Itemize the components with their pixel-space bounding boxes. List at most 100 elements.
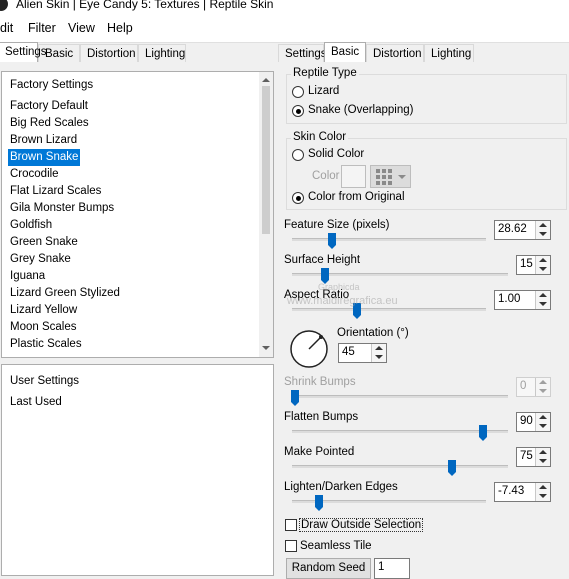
seamless-tile-label[interactable]: Seamless Tile <box>300 540 372 552</box>
color-swatch[interactable] <box>341 165 366 188</box>
spinner-arrows-icon[interactable] <box>535 256 550 274</box>
list-item[interactable]: Brown Lizard <box>10 132 77 149</box>
draw-outside-label[interactable]: Draw Outside Selection <box>299 518 424 532</box>
list-item[interactable]: Lizard Green Stylized <box>10 285 120 302</box>
menu-filter[interactable]: Filter <box>28 21 56 35</box>
tab-settings-left[interactable]: Settings <box>0 42 47 62</box>
tab-settings[interactable]: Settings <box>278 44 327 62</box>
shrink-bumps-track <box>292 395 508 398</box>
tab-basic[interactable]: Basic <box>324 42 366 62</box>
orientation-label: Orientation (°) <box>337 327 409 339</box>
scroll-down-icon[interactable] <box>262 346 270 350</box>
edges-value[interactable]: -7.43 <box>498 485 524 497</box>
spinner-arrows-icon[interactable] <box>535 291 550 309</box>
menu-edit[interactable]: dit <box>0 21 13 35</box>
tab-distortion[interactable]: Distortion <box>366 44 424 62</box>
radio-solid-color-label[interactable]: Solid Color <box>308 148 364 160</box>
edges-slider[interactable] <box>315 495 323 511</box>
radio-snake[interactable] <box>292 105 304 117</box>
spinner-arrows-icon[interactable] <box>535 448 550 466</box>
make-pointed-spinner[interactable]: 75 <box>516 447 551 467</box>
spinner-arrows-icon <box>535 378 550 396</box>
menu-help[interactable]: Help <box>107 21 133 35</box>
reptile-type-label: Reptile Type <box>291 67 359 79</box>
user-settings-list[interactable]: User Settings Last Used <box>1 364 274 576</box>
flatten-bumps-label: Flatten Bumps <box>284 411 359 423</box>
flatten-bumps-slider[interactable] <box>479 425 487 441</box>
aspect-ratio-spinner[interactable]: 1.00 <box>494 290 551 310</box>
surface-height-value[interactable]: 15 <box>520 258 533 270</box>
flatten-bumps-value[interactable]: 90 <box>520 415 533 427</box>
list-item[interactable]: Goldfish <box>10 217 52 234</box>
watermark-url: www.maldiregrafica.eu <box>287 295 398 307</box>
make-pointed-track[interactable] <box>292 465 508 468</box>
list-item[interactable]: Last Used <box>10 394 62 411</box>
shrink-bumps-slider <box>291 390 299 406</box>
radio-snake-label[interactable]: Snake (Overlapping) <box>308 104 413 116</box>
list-item[interactable]: Flat Lizard Scales <box>10 183 101 200</box>
list-item[interactable]: Moon Scales <box>10 319 76 336</box>
spinner-arrows-icon[interactable] <box>535 413 550 431</box>
radio-lizard-label[interactable]: Lizard <box>308 85 339 97</box>
draw-outside-checkbox[interactable] <box>285 519 297 531</box>
surface-height-slider[interactable] <box>321 268 329 284</box>
feature-size-track[interactable] <box>292 238 486 241</box>
spinner-arrows-icon[interactable] <box>371 344 386 362</box>
aspect-ratio-value[interactable]: 1.00 <box>498 293 520 305</box>
list-header-factory: Factory Settings <box>10 79 94 91</box>
menu-bar: dit Filter View Help <box>0 14 569 43</box>
radio-color-from-original-label[interactable]: Color from Original <box>308 191 405 203</box>
random-seed-value[interactable]: 1 <box>378 561 384 573</box>
list-item[interactable]: Grey Snake <box>10 251 71 268</box>
list-item[interactable]: Big Red Scales <box>10 115 89 132</box>
tab-lighting[interactable]: Lighting <box>424 44 474 62</box>
shrink-bumps-value: 0 <box>520 380 527 392</box>
tab-distortion-left[interactable]: Distortion <box>80 44 138 62</box>
radio-lizard[interactable] <box>292 86 304 98</box>
app-icon <box>0 0 8 11</box>
list-item[interactable]: Plastic Scales <box>10 336 82 353</box>
scroll-thumb[interactable] <box>262 86 270 234</box>
list-item[interactable]: Green Snake <box>10 234 78 251</box>
feature-size-label: Feature Size (pixels) <box>284 219 390 231</box>
orientation-dial-icon[interactable] <box>288 328 330 370</box>
list-item-selected[interactable]: Brown Snake <box>8 149 81 166</box>
surface-height-spinner[interactable]: 15 <box>516 255 551 275</box>
orientation-spinner[interactable]: 45 <box>338 343 387 363</box>
list-header-user: User Settings <box>10 375 80 387</box>
flatten-bumps-track[interactable] <box>292 430 508 433</box>
factory-settings-list[interactable]: Factory Settings Factory Default Big Red… <box>1 71 274 358</box>
chevron-down-icon <box>398 175 406 179</box>
list-item[interactable]: Crocodile <box>10 166 59 183</box>
title-bar: Alien Skin | Eye Candy 5: Textures | Rep… <box>0 0 569 14</box>
radio-color-from-original[interactable] <box>292 192 304 204</box>
color-palette-button[interactable] <box>370 165 411 188</box>
list-item[interactable]: Lizard Yellow <box>10 302 77 319</box>
feature-size-slider[interactable] <box>328 233 336 249</box>
radio-solid-color[interactable] <box>292 149 304 161</box>
window-title: Alien Skin | Eye Candy 5: Textures | Rep… <box>16 0 274 11</box>
list-scrollbar[interactable] <box>259 72 273 357</box>
shrink-bumps-spinner: 0 <box>516 377 551 397</box>
edges-spinner[interactable]: -7.43 <box>494 482 551 502</box>
list-item[interactable]: Gila Monster Bumps <box>10 200 114 217</box>
skin-color-label: Skin Color <box>291 131 349 143</box>
watermark-text: Graphicda <box>318 282 360 292</box>
make-pointed-label: Make Pointed <box>284 446 355 458</box>
surface-height-label: Surface Height <box>284 254 361 266</box>
tab-lighting-left[interactable]: Lighting <box>138 44 186 62</box>
spinner-arrows-icon[interactable] <box>535 483 550 501</box>
feature-size-spinner[interactable]: 28.62 <box>494 220 551 240</box>
feature-size-value[interactable]: 28.62 <box>498 223 527 235</box>
make-pointed-slider[interactable] <box>448 460 456 476</box>
orientation-value[interactable]: 45 <box>342 346 355 358</box>
spinner-arrows-icon[interactable] <box>535 221 550 239</box>
flatten-bumps-spinner[interactable]: 90 <box>516 412 551 432</box>
aspect-ratio-track[interactable] <box>292 308 486 311</box>
seamless-tile-checkbox[interactable] <box>285 540 297 552</box>
make-pointed-value[interactable]: 75 <box>520 450 533 462</box>
list-item[interactable]: Factory Default <box>10 98 88 115</box>
scroll-up-icon[interactable] <box>262 78 270 82</box>
menu-view[interactable]: View <box>68 21 95 35</box>
list-item[interactable]: Iguana <box>10 268 45 285</box>
